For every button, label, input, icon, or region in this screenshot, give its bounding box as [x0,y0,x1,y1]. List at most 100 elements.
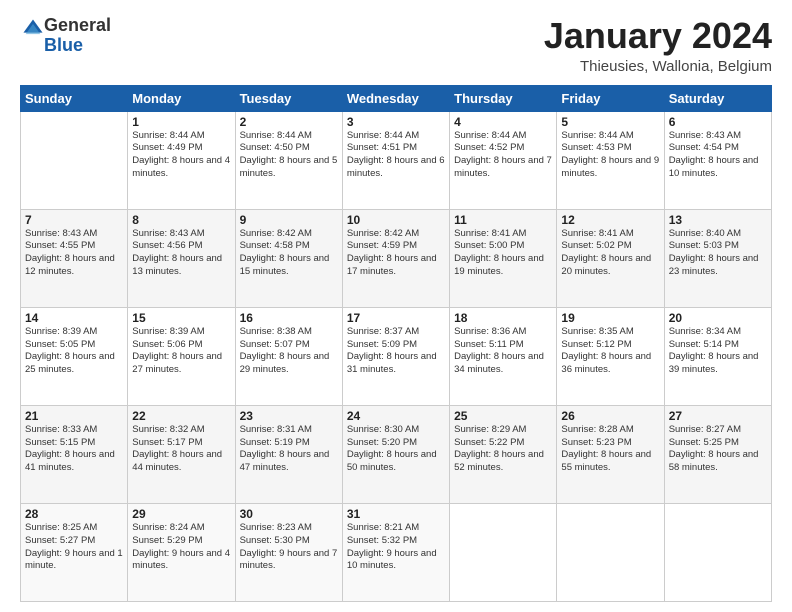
calendar-cell [664,503,771,601]
day-info: Sunrise: 8:33 AMSunset: 5:15 PMDaylight:… [25,424,123,475]
weekday-header-row: SundayMondayTuesdayWednesdayThursdayFrid… [21,85,772,111]
day-number: 10 [347,213,445,227]
logo-general-text: General [44,15,111,35]
day-info: Sunrise: 8:24 AMSunset: 5:29 PMDaylight:… [132,522,230,573]
calendar-cell: 2Sunrise: 8:44 AMSunset: 4:50 PMDaylight… [235,111,342,209]
day-number: 1 [132,115,230,129]
calendar-cell [21,111,128,209]
day-number: 27 [669,409,767,423]
day-number: 28 [25,507,123,521]
day-info: Sunrise: 8:35 AMSunset: 5:12 PMDaylight:… [561,326,659,377]
day-info: Sunrise: 8:23 AMSunset: 5:30 PMDaylight:… [240,522,338,573]
day-number: 21 [25,409,123,423]
calendar-cell: 23Sunrise: 8:31 AMSunset: 5:19 PMDayligh… [235,405,342,503]
day-number: 2 [240,115,338,129]
calendar-cell: 4Sunrise: 8:44 AMSunset: 4:52 PMDaylight… [450,111,557,209]
day-info: Sunrise: 8:44 AMSunset: 4:52 PMDaylight:… [454,130,552,181]
day-number: 26 [561,409,659,423]
day-info: Sunrise: 8:44 AMSunset: 4:50 PMDaylight:… [240,130,338,181]
calendar-cell: 29Sunrise: 8:24 AMSunset: 5:29 PMDayligh… [128,503,235,601]
day-number: 30 [240,507,338,521]
day-info: Sunrise: 8:44 AMSunset: 4:51 PMDaylight:… [347,130,445,181]
day-number: 7 [25,213,123,227]
day-info: Sunrise: 8:42 AMSunset: 4:58 PMDaylight:… [240,228,338,279]
day-number: 6 [669,115,767,129]
calendar-cell: 13Sunrise: 8:40 AMSunset: 5:03 PMDayligh… [664,209,771,307]
day-info: Sunrise: 8:42 AMSunset: 4:59 PMDaylight:… [347,228,445,279]
calendar-cell: 9Sunrise: 8:42 AMSunset: 4:58 PMDaylight… [235,209,342,307]
day-number: 17 [347,311,445,325]
calendar-week-2: 7Sunrise: 8:43 AMSunset: 4:55 PMDaylight… [21,209,772,307]
calendar-week-5: 28Sunrise: 8:25 AMSunset: 5:27 PMDayligh… [21,503,772,601]
day-number: 22 [132,409,230,423]
day-info: Sunrise: 8:37 AMSunset: 5:09 PMDaylight:… [347,326,445,377]
day-info: Sunrise: 8:32 AMSunset: 5:17 PMDaylight:… [132,424,230,475]
day-number: 3 [347,115,445,129]
weekday-header-sunday: Sunday [21,85,128,111]
day-number: 23 [240,409,338,423]
day-info: Sunrise: 8:25 AMSunset: 5:27 PMDaylight:… [25,522,123,573]
day-number: 16 [240,311,338,325]
day-number: 29 [132,507,230,521]
weekday-header-saturday: Saturday [664,85,771,111]
calendar-cell: 16Sunrise: 8:38 AMSunset: 5:07 PMDayligh… [235,307,342,405]
calendar-cell: 25Sunrise: 8:29 AMSunset: 5:22 PMDayligh… [450,405,557,503]
calendar-cell: 6Sunrise: 8:43 AMSunset: 4:54 PMDaylight… [664,111,771,209]
calendar-cell: 1Sunrise: 8:44 AMSunset: 4:49 PMDaylight… [128,111,235,209]
day-number: 19 [561,311,659,325]
calendar-cell: 12Sunrise: 8:41 AMSunset: 5:02 PMDayligh… [557,209,664,307]
calendar-cell: 18Sunrise: 8:36 AMSunset: 5:11 PMDayligh… [450,307,557,405]
day-info: Sunrise: 8:29 AMSunset: 5:22 PMDaylight:… [454,424,552,475]
calendar-cell: 7Sunrise: 8:43 AMSunset: 4:55 PMDaylight… [21,209,128,307]
calendar-cell: 27Sunrise: 8:27 AMSunset: 5:25 PMDayligh… [664,405,771,503]
day-info: Sunrise: 8:44 AMSunset: 4:49 PMDaylight:… [132,130,230,181]
calendar-cell: 22Sunrise: 8:32 AMSunset: 5:17 PMDayligh… [128,405,235,503]
day-info: Sunrise: 8:36 AMSunset: 5:11 PMDaylight:… [454,326,552,377]
calendar-cell: 21Sunrise: 8:33 AMSunset: 5:15 PMDayligh… [21,405,128,503]
weekday-header-thursday: Thursday [450,85,557,111]
day-number: 20 [669,311,767,325]
day-info: Sunrise: 8:43 AMSunset: 4:54 PMDaylight:… [669,130,767,181]
location-subtitle: Thieusies, Wallonia, Belgium [544,58,772,75]
calendar-cell: 30Sunrise: 8:23 AMSunset: 5:30 PMDayligh… [235,503,342,601]
weekday-header-monday: Monday [128,85,235,111]
calendar-cell: 14Sunrise: 8:39 AMSunset: 5:05 PMDayligh… [21,307,128,405]
day-number: 14 [25,311,123,325]
day-number: 24 [347,409,445,423]
day-number: 15 [132,311,230,325]
calendar-cell: 20Sunrise: 8:34 AMSunset: 5:14 PMDayligh… [664,307,771,405]
calendar-cell: 17Sunrise: 8:37 AMSunset: 5:09 PMDayligh… [342,307,449,405]
logo-icon [22,18,44,40]
day-number: 4 [454,115,552,129]
day-info: Sunrise: 8:38 AMSunset: 5:07 PMDaylight:… [240,326,338,377]
calendar-cell: 28Sunrise: 8:25 AMSunset: 5:27 PMDayligh… [21,503,128,601]
day-info: Sunrise: 8:21 AMSunset: 5:32 PMDaylight:… [347,522,445,573]
day-number: 13 [669,213,767,227]
calendar-cell: 15Sunrise: 8:39 AMSunset: 5:06 PMDayligh… [128,307,235,405]
header: General Blue January 2024 Thieusies, Wal… [20,16,772,75]
day-number: 12 [561,213,659,227]
day-info: Sunrise: 8:43 AMSunset: 4:55 PMDaylight:… [25,228,123,279]
weekday-header-friday: Friday [557,85,664,111]
day-number: 31 [347,507,445,521]
calendar-cell: 19Sunrise: 8:35 AMSunset: 5:12 PMDayligh… [557,307,664,405]
logo: General Blue [20,16,111,56]
day-info: Sunrise: 8:41 AMSunset: 5:02 PMDaylight:… [561,228,659,279]
day-number: 25 [454,409,552,423]
title-block: January 2024 Thieusies, Wallonia, Belgiu… [544,16,772,75]
day-number: 9 [240,213,338,227]
calendar-cell: 10Sunrise: 8:42 AMSunset: 4:59 PMDayligh… [342,209,449,307]
logo-text: General Blue [44,16,111,56]
page: General Blue January 2024 Thieusies, Wal… [0,0,792,612]
day-info: Sunrise: 8:27 AMSunset: 5:25 PMDaylight:… [669,424,767,475]
day-info: Sunrise: 8:41 AMSunset: 5:00 PMDaylight:… [454,228,552,279]
day-info: Sunrise: 8:44 AMSunset: 4:53 PMDaylight:… [561,130,659,181]
logo-blue-text: Blue [44,35,83,55]
day-number: 5 [561,115,659,129]
day-number: 18 [454,311,552,325]
day-number: 11 [454,213,552,227]
calendar-cell: 11Sunrise: 8:41 AMSunset: 5:00 PMDayligh… [450,209,557,307]
day-info: Sunrise: 8:31 AMSunset: 5:19 PMDaylight:… [240,424,338,475]
weekday-header-wednesday: Wednesday [342,85,449,111]
calendar-week-3: 14Sunrise: 8:39 AMSunset: 5:05 PMDayligh… [21,307,772,405]
